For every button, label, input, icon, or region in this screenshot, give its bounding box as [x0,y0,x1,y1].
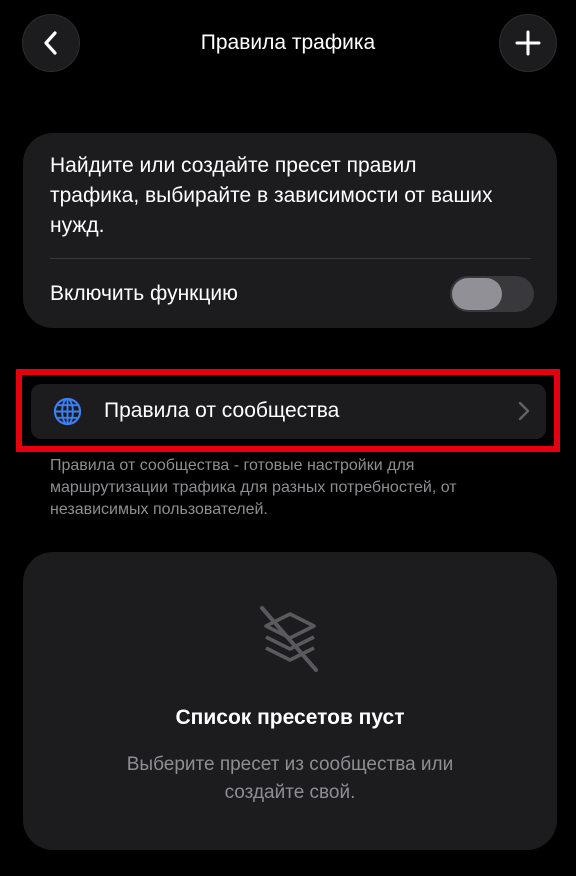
enable-feature-label: Включить функцию [50,282,238,305]
page-title: Правила трафика [200,31,376,54]
empty-state-title: Список пресетов пуст [175,706,405,729]
community-rules-description: Правила от сообщества - готовые настройк… [50,457,457,518]
toggle-knob [452,278,502,310]
empty-presets-card: Список пресетов пуст Выберите пресет из … [23,552,557,850]
highlight-frame [16,369,560,452]
plus-icon [515,30,541,56]
info-card: Найдите или создайте пресет правил трафи… [23,133,557,328]
layers-off-icon [260,606,318,672]
empty-state-subtitle: Выберите пресет из сообщества или создай… [126,754,454,803]
info-description: Найдите или создайте пресет правил трафи… [50,154,493,237]
enable-feature-toggle[interactable] [450,276,534,312]
add-preset-button[interactable] [499,14,557,72]
divider [50,258,531,259]
